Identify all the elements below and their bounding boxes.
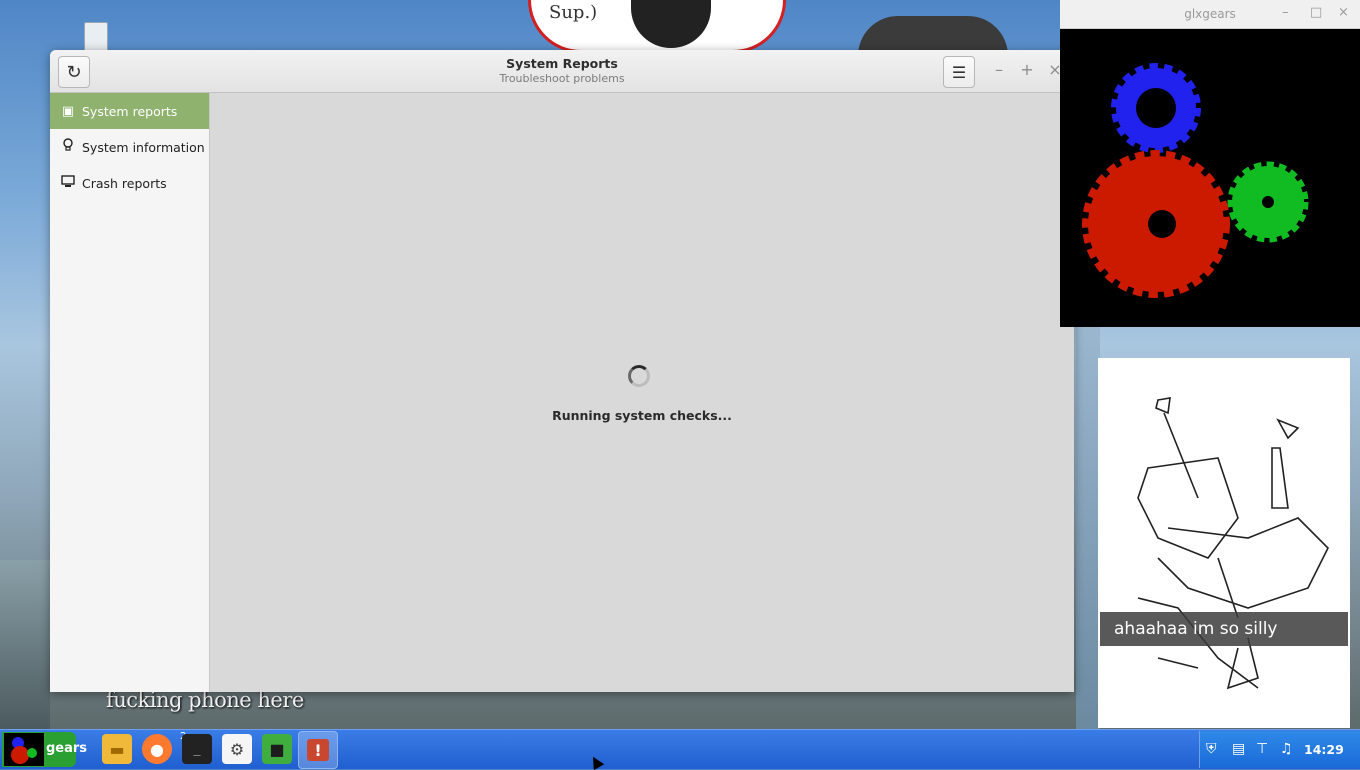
glxgears-minimize-button[interactable]: – (1282, 5, 1289, 20)
art-text: Sup.) (549, 2, 598, 23)
loading-spinner-icon (628, 365, 650, 387)
glxgears-window: glxgears – □ × (1060, 0, 1360, 327)
doodle-drawing (1137, 397, 1329, 690)
sidebar-item-label: Crash reports (82, 175, 167, 191)
sidebar-item-label: System reports (82, 103, 178, 119)
active-task-button[interactable]: gears (2, 732, 87, 767)
blue-gear-icon (1111, 63, 1201, 153)
wallpaper-art: Sup.) (528, 0, 786, 53)
maximize-button[interactable]: + (1017, 60, 1037, 79)
sidebar-item-system-information[interactable]: System information (50, 129, 209, 165)
taskbar: gears ▬ ● 2 _ ⚙ ■ ! ⛨ ▤ ⊤ ♫ 14:29 (0, 729, 1360, 769)
header-bar: ↻ System Reports Troubleshoot problems ☰… (50, 50, 1074, 93)
window-title: System Reports (506, 56, 618, 71)
monitor-icon (60, 174, 76, 192)
glxgears-titlebar[interactable]: glxgears – □ × (1060, 0, 1360, 29)
glxgears-close-button[interactable]: × (1338, 5, 1349, 20)
doodle-caption: ahaahaa im so silly (1100, 612, 1348, 646)
main-content: Running system checks... (210, 93, 1074, 692)
clipboard-icon: ▣ (61, 103, 75, 119)
glxgears-thumbnail-icon (4, 733, 44, 766)
clock[interactable]: 14:29 (1304, 742, 1344, 757)
glxgears-maximize-button[interactable]: □ (1310, 5, 1322, 20)
monitor-icon: ■ (269, 739, 285, 759)
sidebar-item-crash-reports[interactable]: Crash reports (50, 165, 209, 201)
refresh-icon: ↻ (66, 61, 82, 83)
wallpaper-bridge (0, 560, 50, 730)
window-subtitle: Troubleshoot problems (499, 72, 625, 85)
green-gear-icon (1227, 161, 1309, 243)
sidebar-item-system-reports[interactable]: ▣ System reports (50, 93, 209, 129)
system-reports-app-button[interactable]: ! (298, 731, 338, 769)
minimize-button[interactable]: – (989, 60, 1009, 79)
hamburger-icon: ☰ (951, 62, 967, 82)
settings-app-button[interactable]: ⚙ (222, 734, 252, 764)
gear-icon: ⚙ (229, 739, 245, 759)
warning-icon: ! (307, 739, 329, 761)
gears-render (1082, 63, 1309, 298)
red-gear-icon (1082, 150, 1230, 298)
terminal-app-button[interactable]: _ (182, 734, 212, 764)
shield-icon[interactable]: ⛨ (1206, 741, 1217, 757)
folder-icon: ▬ (109, 739, 125, 759)
title-block: System Reports Troubleshoot problems (362, 56, 762, 85)
wallpaper-tower (1076, 326, 1100, 730)
music-icon[interactable]: ♫ (1280, 741, 1293, 757)
status-label: Running system checks... (552, 408, 732, 423)
firefox-app-button[interactable]: ● (142, 734, 172, 764)
system-tray: ⛨ ▤ ⊤ ♫ 14:29 (1199, 731, 1360, 768)
active-task-label: gears (46, 741, 88, 756)
sidebar-item-label: System information (82, 139, 205, 155)
lightbulb-icon (60, 138, 76, 156)
network-icon[interactable]: ⊤ (1256, 741, 1268, 757)
files-app-button[interactable]: ▬ (102, 734, 132, 764)
firefox-icon: ● (150, 739, 164, 759)
doodle-image (1098, 358, 1350, 728)
system-monitor-app-button[interactable]: ■ (262, 734, 292, 764)
terminal-icon: _ (193, 742, 201, 756)
document-icon[interactable]: ▤ (1232, 741, 1245, 757)
system-reports-window: ↻ System Reports Troubleshoot problems ☰… (50, 50, 1074, 692)
sidebar: ▣ System reports System information Cras… (50, 93, 210, 692)
refresh-button[interactable]: ↻ (58, 56, 90, 88)
menu-button[interactable]: ☰ (943, 56, 975, 88)
